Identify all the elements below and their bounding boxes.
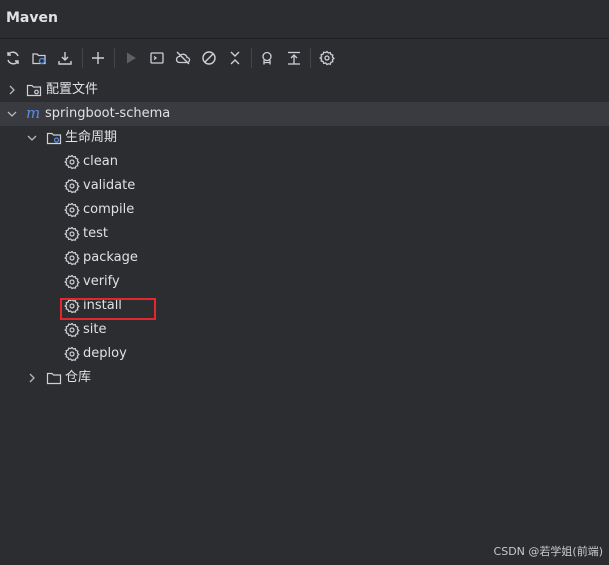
tree-item-phase-deploy[interactable]: deploy — [0, 342, 609, 366]
toolbar-separator — [251, 48, 252, 68]
gear-icon — [64, 274, 80, 290]
collapse-icon[interactable] — [222, 45, 248, 71]
tree-item-phase-package[interactable]: package — [0, 246, 609, 270]
gear-icon — [64, 250, 80, 266]
toolbar-separator — [114, 48, 115, 68]
tree-item-label: site — [83, 322, 107, 337]
settings-icon[interactable] — [314, 45, 340, 71]
tree-item-label: validate — [83, 178, 136, 193]
tree-item-phase-site[interactable]: site — [0, 318, 609, 342]
folder-icon — [26, 82, 42, 98]
download-icon[interactable] — [52, 45, 78, 71]
tree-item-phase-test[interactable]: test — [0, 222, 609, 246]
gear-icon — [64, 178, 80, 194]
tool-window-header: Maven — [0, 0, 609, 39]
tree-item-repositories[interactable]: 仓库 — [0, 366, 609, 390]
tree-item-phase-clean[interactable]: clean — [0, 150, 609, 174]
tree-item-label: clean — [83, 154, 118, 169]
tree-item-label: package — [83, 250, 138, 265]
lifecycle-folder-icon — [46, 130, 62, 146]
chevron-down-icon[interactable] — [6, 108, 18, 120]
tree-item-phase-verify[interactable]: verify — [0, 270, 609, 294]
folder-icon — [46, 370, 62, 386]
tree-item-label: 生命周期 — [65, 130, 118, 145]
maven-toolbar — [0, 39, 609, 77]
chevron-down-icon[interactable] — [26, 132, 38, 144]
skip-tests-icon[interactable] — [196, 45, 222, 71]
tree-item-label: 仓库 — [65, 370, 92, 385]
tree-item-label: deploy — [83, 346, 127, 361]
tree-item-label: compile — [83, 202, 135, 217]
tree-item-label: verify — [83, 274, 120, 289]
tree-item-label: 配置文件 — [46, 82, 99, 97]
tree-item-config-files[interactable]: 配置文件 — [0, 78, 609, 102]
gear-icon — [64, 322, 80, 338]
gear-icon — [64, 226, 80, 242]
toolbar-separator — [82, 48, 83, 68]
chevron-right-icon[interactable] — [6, 84, 18, 96]
add-icon[interactable] — [85, 45, 111, 71]
offline-icon[interactable] — [170, 45, 196, 71]
tree-item-phase-validate[interactable]: validate — [0, 174, 609, 198]
install-highlight-box — [60, 298, 156, 320]
toolbar-separator — [310, 48, 311, 68]
run-config-icon[interactable] — [144, 45, 170, 71]
gear-icon — [64, 346, 80, 362]
tree-item-lifecycle[interactable]: 生命周期 — [0, 126, 609, 150]
tree-item-phase-compile[interactable]: compile — [0, 198, 609, 222]
chevron-right-icon[interactable] — [26, 372, 38, 384]
expand-all-icon[interactable] — [281, 45, 307, 71]
watermark: CSDN @若学姐(前端) — [493, 545, 603, 558]
tree-item-label: springboot-schema — [45, 106, 171, 121]
maven-project-icon: m — [26, 104, 41, 122]
analyze-icon[interactable] — [255, 45, 281, 71]
tool-window-title: Maven — [6, 10, 58, 26]
gear-icon — [64, 202, 80, 218]
maven-panel: Maven 配置文件 m springboot-schema 生命周期 clea… — [0, 0, 609, 565]
reload-icon[interactable] — [0, 45, 26, 71]
run-icon[interactable] — [118, 45, 144, 71]
tree-item-label: test — [83, 226, 108, 241]
gear-icon — [64, 154, 80, 170]
tree-item-project[interactable]: m springboot-schema — [0, 102, 609, 126]
generate-sources-icon[interactable] — [26, 45, 52, 71]
